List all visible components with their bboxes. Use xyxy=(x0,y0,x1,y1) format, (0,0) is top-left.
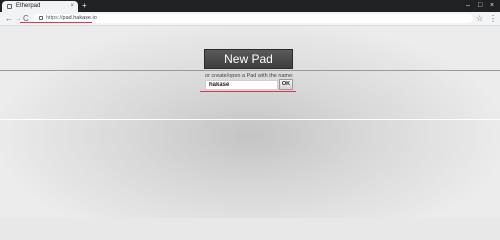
browser-tab-strip: Etherpad × + – □ × xyxy=(0,0,500,12)
new-tab-button[interactable]: + xyxy=(82,1,87,11)
bookmark-star-icon[interactable]: ☆ xyxy=(476,13,483,24)
tab-title: Etherpad xyxy=(16,3,41,9)
maximize-icon[interactable]: □ xyxy=(478,0,482,12)
new-pad-button[interactable]: New Pad xyxy=(204,49,293,69)
window-close-icon[interactable]: × xyxy=(490,0,494,12)
pad-name-input[interactable] xyxy=(205,80,278,90)
browser-menu-icon[interactable]: ⋮ xyxy=(489,13,497,24)
url-host: pad.hakase.io xyxy=(62,15,97,21)
page-divider-top xyxy=(0,70,500,71)
url-scheme: https:// xyxy=(46,15,63,21)
etherpad-favicon-icon xyxy=(7,4,12,9)
tab-etherpad[interactable]: Etherpad × xyxy=(2,1,78,12)
url-highlight-underline xyxy=(20,22,92,23)
page-divider-bottom xyxy=(0,119,500,120)
lock-icon xyxy=(39,16,43,20)
minimize-icon[interactable]: – xyxy=(466,0,470,12)
back-arrow-icon[interactable]: ← xyxy=(5,13,13,24)
address-bar[interactable]: https://pad.hakase.io xyxy=(33,14,473,23)
tab-close-icon[interactable]: × xyxy=(70,2,74,11)
browser-toolbar: ← → C https://pad.hakase.io ☆ ⋮ xyxy=(0,12,500,26)
input-highlight-underline xyxy=(200,91,296,92)
ok-button[interactable]: OK xyxy=(279,79,293,90)
